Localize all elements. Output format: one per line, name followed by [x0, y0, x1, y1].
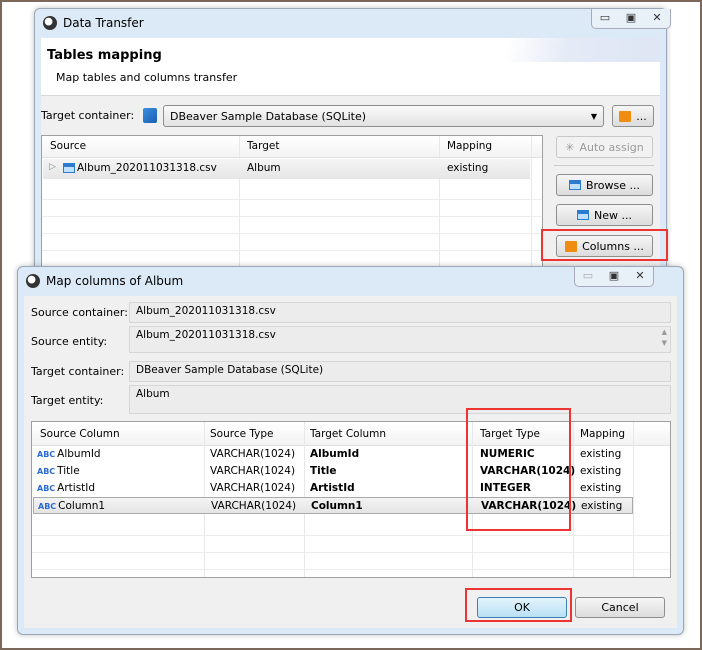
- asterisk-icon: ✳: [565, 140, 575, 154]
- mapping-cell[interactable]: existing: [574, 482, 621, 494]
- mapping-cell[interactable]: existing: [574, 448, 621, 460]
- row-mapping: existing: [447, 162, 489, 174]
- source-type-cell: VARCHAR(1024): [210, 465, 296, 477]
- wizard-header: Tables mapping Map tables and columns tr…: [41, 38, 660, 96]
- source-column-cell: ABC Title: [33, 465, 80, 477]
- source-column-name: AlbumId: [57, 448, 101, 460]
- target-column-cell[interactable]: AlbumId: [304, 448, 359, 460]
- combo-value: DBeaver Sample Database (SQLite): [170, 109, 367, 123]
- expand-icon[interactable]: ▷: [49, 162, 56, 172]
- window-title: Data Transfer: [63, 16, 144, 30]
- target-column-cell[interactable]: Column1: [305, 500, 363, 512]
- auto-assign-button[interactable]: ✳ Auto assign: [556, 136, 653, 158]
- source-type-cell: VARCHAR(1024): [211, 500, 297, 512]
- browse-button[interactable]: Browse ...: [556, 174, 653, 196]
- button-label: Browse ...: [585, 178, 641, 192]
- maximize-button[interactable]: ▣: [601, 267, 627, 286]
- field-value: Album_202011031318.csv: [136, 329, 276, 341]
- source-entity-label: Source entity:: [31, 335, 108, 348]
- table-icon: [63, 163, 75, 173]
- button-label: Cancel: [601, 601, 639, 614]
- minimize-button[interactable]: ▭: [575, 267, 601, 286]
- scrollbar[interactable]: ▲ ▼: [662, 327, 667, 349]
- button-label: Auto assign: [579, 140, 644, 154]
- source-column-cell: ABC AlbumId: [33, 448, 101, 460]
- target-entity-label: Target entity:: [31, 394, 104, 407]
- target-container-combo[interactable]: DBeaver Sample Database (SQLite) ▼: [163, 105, 604, 127]
- table-row[interactable]: ▷ Album_202011031318.csv Album existing: [43, 159, 530, 179]
- button-label: New ...: [594, 208, 632, 222]
- dialog-title: Map columns of Album: [46, 274, 184, 288]
- target-entity-field[interactable]: Album: [129, 385, 671, 414]
- folder-icon: [619, 110, 632, 122]
- data-transfer-window: Data Transfer ▭ ▣ ✕ Tables mapping Map tab…: [34, 8, 671, 315]
- target-column-cell[interactable]: Title: [304, 465, 337, 477]
- source-column-name: Column1: [58, 500, 106, 512]
- column-header-source[interactable]: Source: [44, 140, 86, 152]
- mapping-cell[interactable]: existing: [574, 465, 621, 477]
- close-button[interactable]: ✕: [644, 9, 670, 28]
- source-column-cell: ABC Column1: [34, 500, 105, 512]
- page-subtitle: Map tables and columns transfer: [56, 71, 238, 84]
- source-entity-field[interactable]: Album_202011031318.csv ▲ ▼: [129, 326, 671, 353]
- close-button[interactable]: ✕: [627, 267, 653, 286]
- source-container-field[interactable]: Album_202011031318.csv: [129, 302, 671, 323]
- source-column-name: ArtistId: [57, 482, 96, 494]
- row-target: Album: [247, 162, 281, 174]
- source-type-cell: VARCHAR(1024): [210, 448, 296, 460]
- choose-container-button[interactable]: ...: [612, 105, 654, 127]
- minimize-button[interactable]: ▭: [592, 9, 618, 28]
- target-container-label: Target container:: [31, 365, 125, 378]
- target-column-cell[interactable]: ArtistId: [304, 482, 355, 494]
- string-type-icon: ABC: [37, 467, 56, 476]
- mapping-cell[interactable]: existing: [575, 500, 622, 512]
- window-controls: ▭ ▣ ✕: [574, 267, 654, 287]
- column-header-mapping[interactable]: Mapping: [441, 140, 492, 152]
- highlight-columns-button: [541, 229, 668, 261]
- column-header-mapping[interactable]: Mapping: [574, 428, 625, 440]
- source-column-name: Title: [57, 465, 80, 477]
- page-title: Tables mapping: [47, 48, 162, 63]
- dbeaver-icon: [43, 16, 57, 30]
- column-header-target-column[interactable]: Target Column: [304, 428, 386, 440]
- highlight-target-type-column: [466, 408, 571, 531]
- string-type-icon: ABC: [38, 502, 57, 511]
- map-columns-dialog: Map columns of Album ▭ ▣ ✕ Source containe…: [17, 266, 684, 635]
- source-container-label: Source container:: [31, 306, 128, 319]
- new-table-icon: [577, 210, 589, 220]
- dbeaver-icon: [26, 274, 40, 288]
- table-icon: [568, 180, 581, 190]
- database-icon: [143, 108, 157, 123]
- column-header-source-column[interactable]: Source Column: [34, 428, 120, 440]
- highlight-ok-button: [465, 588, 572, 622]
- dialog-body: Source container: Album_202011031318.csv…: [24, 296, 677, 628]
- source-type-cell: VARCHAR(1024): [210, 482, 296, 494]
- cancel-button[interactable]: Cancel: [575, 597, 665, 618]
- source-column-cell: ABC ArtistId: [33, 482, 95, 494]
- target-container-label: Target container:: [41, 109, 135, 122]
- button-label: ...: [636, 109, 647, 123]
- maximize-button[interactable]: ▣: [618, 9, 644, 28]
- columns-mapping-table: Source Column Source Type Target Column …: [31, 421, 671, 578]
- target-container-field[interactable]: DBeaver Sample Database (SQLite): [129, 361, 671, 382]
- string-type-icon: ABC: [37, 450, 56, 459]
- column-header-target[interactable]: Target: [241, 140, 279, 152]
- column-header-source-type[interactable]: Source Type: [204, 428, 274, 440]
- row-source: Album_202011031318.csv: [77, 162, 217, 174]
- window-controls: ▭ ▣ ✕: [591, 9, 671, 29]
- string-type-icon: ABC: [37, 484, 56, 493]
- new-button[interactable]: New ...: [556, 204, 653, 226]
- chevron-down-icon: ▼: [590, 111, 597, 121]
